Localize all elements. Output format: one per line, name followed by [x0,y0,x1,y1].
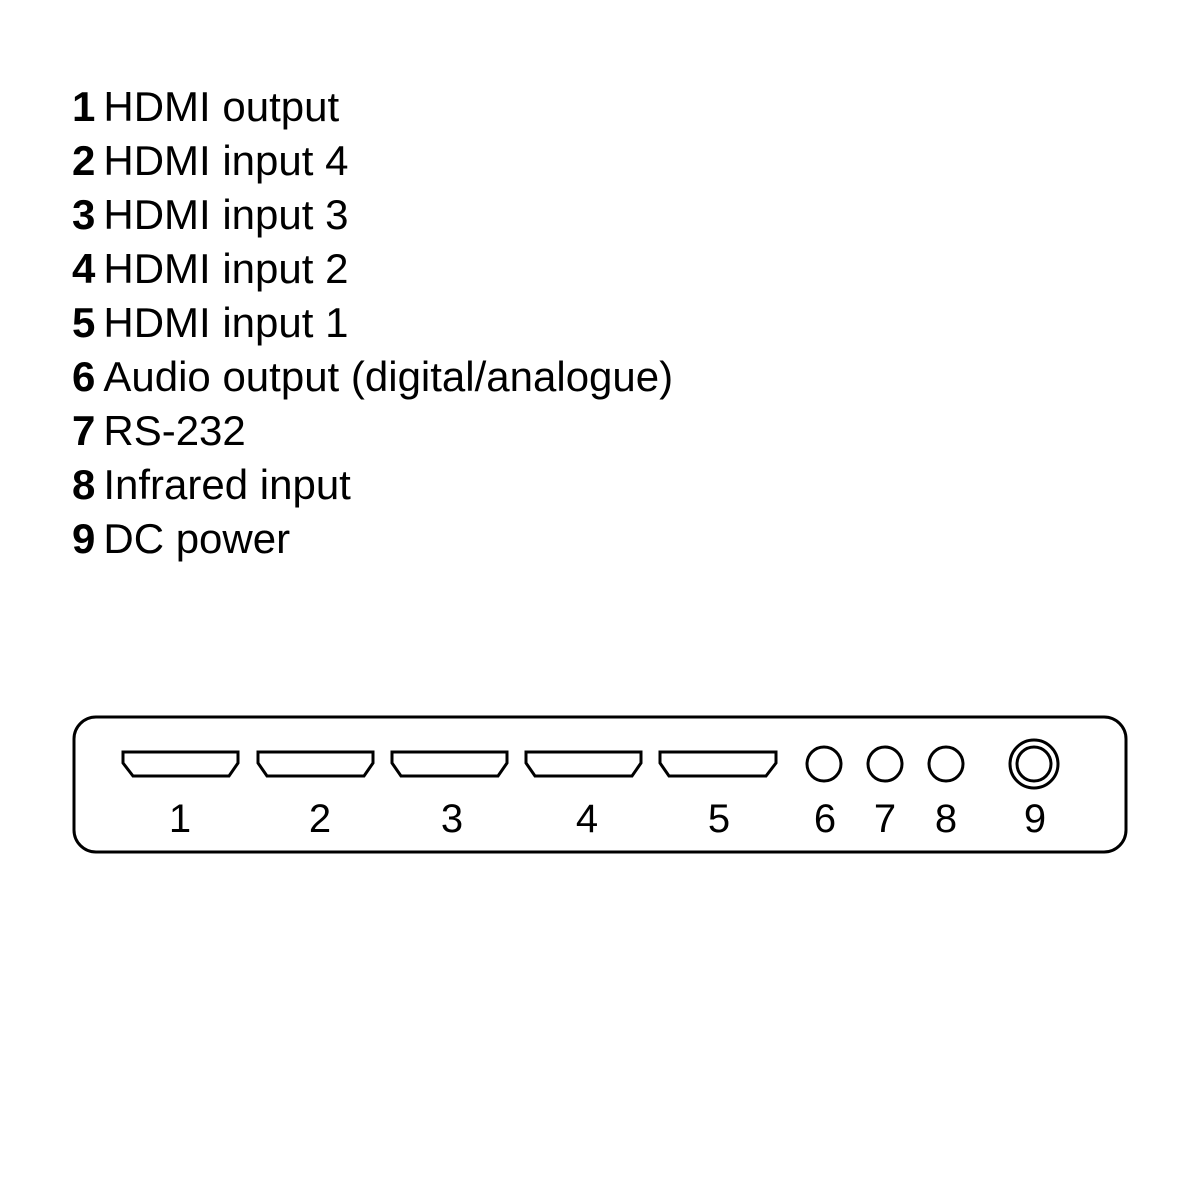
hdmi-port-4-icon [524,750,643,778]
audio-jack-icon [805,745,843,783]
device-outline [72,715,1128,854]
rear-panel-diagram: 1 2 3 4 5 6 7 8 9 [72,715,1128,854]
port-label: 8 [935,797,957,841]
hdmi-port-2-icon [256,750,375,778]
rs232-jack-icon [866,745,904,783]
hdmi-port-1-icon [121,750,240,778]
port-label: 5 [708,797,730,841]
port-label: 2 [309,797,331,841]
port-label: 7 [874,797,896,841]
port-label: 4 [576,797,598,841]
port-label: 3 [441,797,463,841]
ir-jack-icon [927,745,965,783]
port-label: 6 [814,797,836,841]
dc-power-inner-icon [1015,745,1053,783]
port-label: 9 [1024,797,1046,841]
port-label: 1 [169,797,191,841]
hdmi-port-5-icon [658,750,778,778]
hdmi-port-3-icon [390,750,509,778]
